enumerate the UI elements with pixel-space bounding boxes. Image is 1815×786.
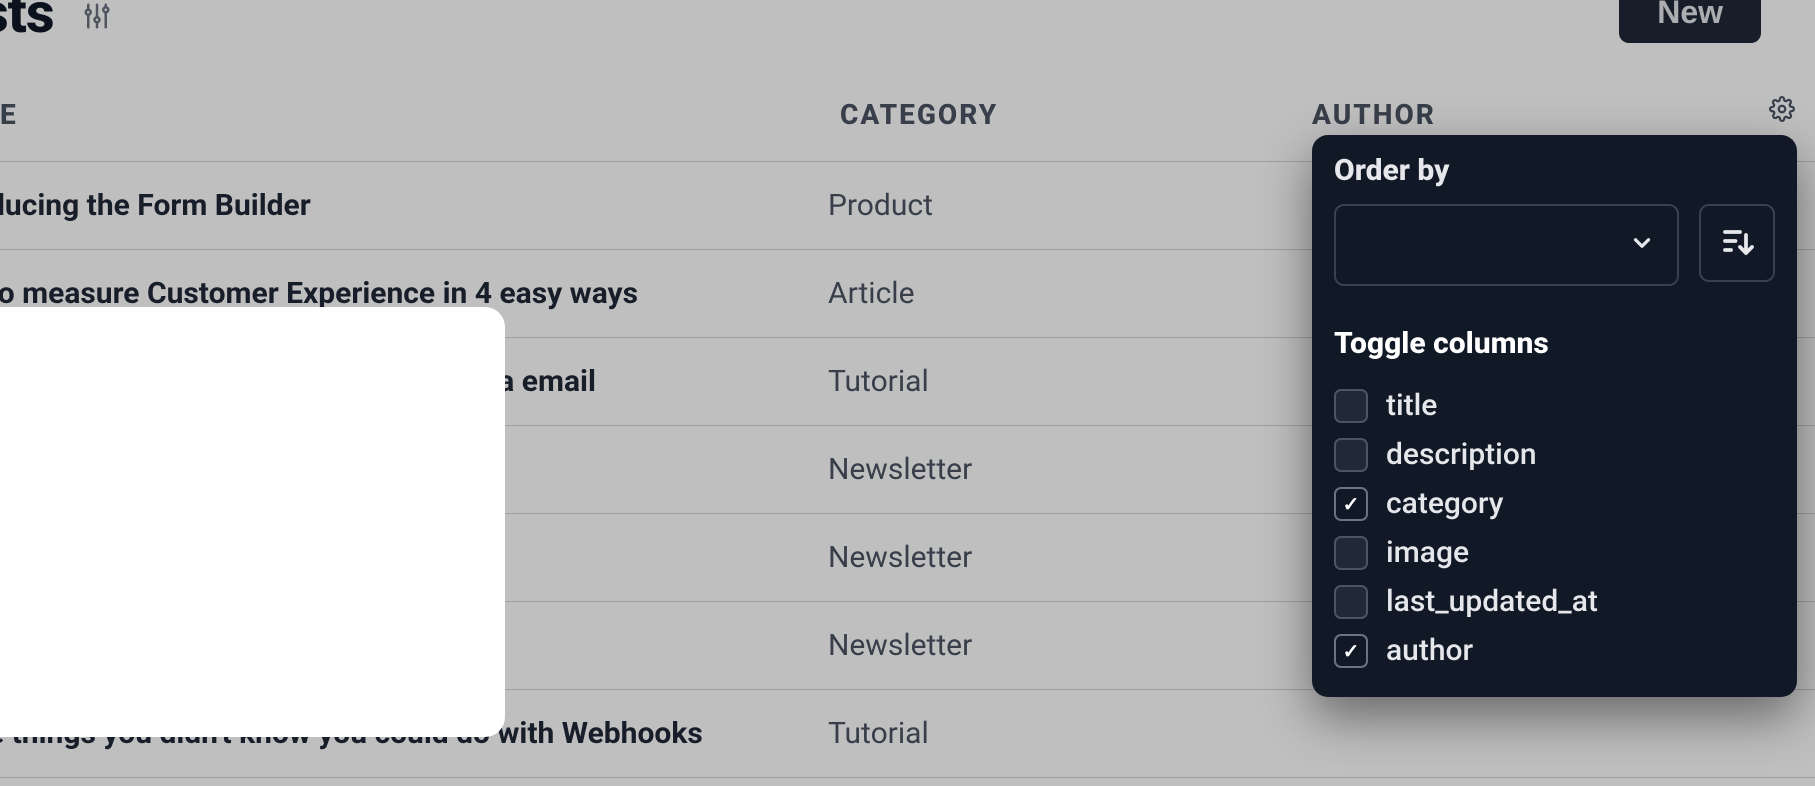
- order-by-label: Order by: [1334, 153, 1775, 188]
- row-category: Article: [828, 276, 1300, 311]
- checkbox-label: category: [1386, 486, 1503, 521]
- sort-direction-button[interactable]: [1699, 204, 1775, 282]
- row-title: ducing the Form Builder: [0, 188, 828, 223]
- toggle-column-last_updated_at[interactable]: last_updated_at: [1334, 577, 1775, 626]
- order-row: [1334, 204, 1775, 286]
- checkbox-label: description: [1386, 437, 1537, 472]
- toggle-columns-section: Toggle columns title description ✓ category…: [1312, 312, 1797, 697]
- checkbox-label: title: [1386, 388, 1437, 423]
- checkbox[interactable]: ✓: [1334, 487, 1368, 521]
- row-category: Product: [828, 188, 1300, 223]
- toggle-column-author[interactable]: ✓ author: [1334, 626, 1775, 675]
- checkbox[interactable]: [1334, 536, 1368, 570]
- gear-icon[interactable]: [1769, 96, 1795, 126]
- checkbox-label: author: [1386, 633, 1473, 668]
- row-category: Tutorial: [828, 364, 1300, 399]
- toggle-column-description[interactable]: description: [1334, 430, 1775, 479]
- page-root: sts New E CATEGORY AUTHOR ducing: [0, 0, 1815, 786]
- sort-descending-icon: [1719, 223, 1755, 263]
- checkbox-label: last_updated_at: [1386, 584, 1598, 619]
- column-header-author[interactable]: AUTHOR: [1312, 98, 1815, 131]
- checkbox[interactable]: [1334, 389, 1368, 423]
- page-header: sts New: [0, 0, 1815, 50]
- check-icon: ✓: [1343, 641, 1360, 661]
- page-title: sts: [0, 0, 54, 41]
- checkbox[interactable]: ✓: [1334, 634, 1368, 668]
- row-category: Tutorial: [828, 716, 1300, 751]
- toggle-column-category[interactable]: ✓ category: [1334, 479, 1775, 528]
- popover-highlight: [0, 307, 505, 737]
- check-icon: ✓: [1343, 494, 1360, 514]
- order-by-section: Order by: [1312, 135, 1797, 312]
- order-by-select[interactable]: [1334, 204, 1679, 286]
- title-group: sts: [0, 0, 112, 41]
- checkbox[interactable]: [1334, 438, 1368, 472]
- row-category: Newsletter: [828, 452, 1300, 487]
- new-button[interactable]: New: [1619, 0, 1761, 43]
- checkbox[interactable]: [1334, 585, 1368, 619]
- column-settings-popover: Order by: [1312, 135, 1797, 697]
- toggle-column-title[interactable]: title: [1334, 381, 1775, 430]
- column-header-title[interactable]: E: [0, 98, 840, 131]
- chevron-down-icon: [1629, 230, 1655, 260]
- toggle-columns-label: Toggle columns: [1334, 326, 1775, 361]
- row-category: Newsletter: [828, 540, 1300, 575]
- row-category: Newsletter: [828, 628, 1300, 663]
- column-header-category[interactable]: CATEGORY: [840, 98, 1312, 131]
- toggle-column-image[interactable]: image: [1334, 528, 1775, 577]
- row-title: to measure Customer Experience in 4 easy…: [0, 276, 828, 311]
- sliders-icon[interactable]: [82, 1, 112, 35]
- checkbox-label: image: [1386, 535, 1469, 570]
